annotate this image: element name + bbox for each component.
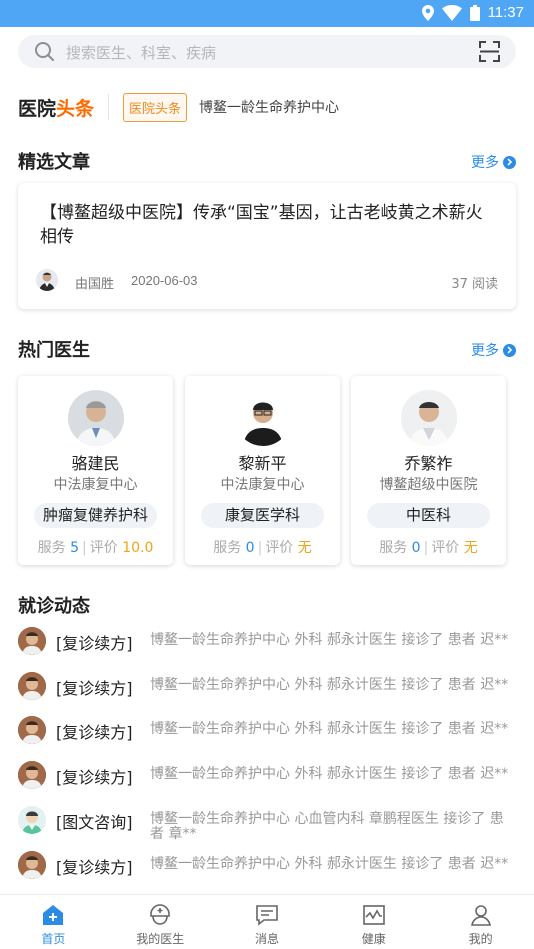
search-input[interactable]: 搜索医生、科室、疾病	[18, 35, 516, 68]
service-label: 服务	[37, 540, 66, 556]
service-count: 0	[245, 540, 255, 556]
doctor-department: 康复医学科	[201, 503, 324, 528]
location-icon	[421, 4, 434, 21]
news-logo-main: 医院	[18, 97, 57, 120]
doctor-department: 肿瘤复健养护科	[34, 503, 157, 528]
doctor-stats: 服务 0 | 评价 无	[351, 537, 506, 557]
activity-type: [图文咨询]	[56, 813, 133, 832]
doctor-stats: 服务 5 | 评价 10.0	[18, 537, 173, 557]
scan-icon[interactable]	[479, 41, 500, 62]
doctor-avatar	[235, 390, 291, 446]
activity-text: 博鳌一龄生命养护中心 外科 郝永计医生 接诊了 患者 迟**	[150, 632, 509, 648]
doctor-stats: 服务 0 | 评价 无	[185, 537, 340, 557]
article-reads: 37 阅读	[451, 277, 498, 292]
rating-label: 评价	[265, 540, 294, 556]
profile-icon	[470, 905, 491, 926]
health-icon	[362, 905, 385, 925]
activity-type: [复诊续方]	[56, 858, 133, 877]
service-label: 服务	[379, 540, 408, 556]
activity-type: [复诊续方]	[56, 723, 133, 742]
doctor-card[interactable]: 乔繁祚 博鳌超级中医院 中医科 服务 0 | 评价 无	[351, 376, 506, 565]
doctor-icon	[150, 904, 170, 925]
doctor-hospital: 中法康复中心	[53, 477, 138, 493]
doctor-card[interactable]: 黎新平 中法康复中心 康复医学科 服务 0 | 评价 无	[185, 376, 340, 565]
wifi-icon	[441, 4, 462, 21]
doctor-hospital: 中法康复中心	[220, 477, 305, 493]
service-count: 0	[411, 540, 421, 556]
doctor-card[interactable]: 骆建民 中法康复中心 肿瘤复健养护科 服务 5 | 评价 10.0	[18, 376, 173, 565]
status-icons: 11:37	[421, 4, 524, 21]
article-date: 2020-06-03	[131, 273, 198, 288]
doctor-avatar	[68, 390, 124, 446]
doctors-more-label: 更多	[471, 343, 499, 359]
rating-value: 无	[297, 540, 312, 556]
doctors-section-title: 热门医生	[18, 340, 90, 361]
doctor-department: 中医科	[367, 503, 490, 528]
activity-type: [复诊续方]	[56, 679, 133, 698]
news-tag: 医院头条	[123, 92, 188, 122]
rating-value: 无	[463, 540, 478, 556]
featured-section-title: 精选文章	[18, 152, 90, 173]
tab-label: 健康	[361, 932, 386, 946]
bottom-tab-bar: 首页 我的医生 消息 健康 我的	[0, 894, 534, 949]
doctor-avatar	[18, 672, 46, 700]
activity-text: 博鳌一龄生命养护中心 外科 郝永计医生 接诊了 患者 迟**	[150, 856, 509, 872]
doctor-name: 黎新平	[238, 454, 287, 473]
rating-label: 评价	[89, 540, 118, 556]
activity-type: [复诊续方]	[56, 768, 133, 787]
stats-separator: |	[423, 540, 429, 556]
doctor-name: 乔繁祚	[404, 454, 453, 473]
doctor-hospital: 博鳌超级中医院	[379, 477, 478, 493]
doctor-avatar	[401, 390, 457, 446]
search-icon	[35, 42, 54, 61]
doctor-avatar	[18, 851, 46, 879]
tab-my-doctor[interactable]: 我的医生	[107, 895, 214, 949]
chevron-right-icon	[503, 155, 516, 169]
activity-text: 博鳌一龄生命养护中心 心血管内科 章鹏程医生 接诊了 患者 章**	[150, 811, 504, 842]
news-logo-accent: 头条	[56, 97, 95, 120]
search-placeholder: 搜索医生、科室、疾病	[66, 44, 217, 62]
activity-type: [复诊续方]	[56, 634, 133, 653]
article-card[interactable]: 【博鳌超级中医院】传承“国宝”基因，让古老岐黄之术薪火相传 由国胜 2020-0…	[18, 183, 516, 309]
status-bar: 11:37	[0, 0, 534, 27]
tab-profile[interactable]: 我的	[427, 895, 534, 949]
service-count: 5	[70, 540, 80, 556]
activity-text: 博鳌一龄生命养护中心 外科 郝永计医生 接诊了 患者 迟**	[150, 677, 509, 693]
chevron-right-icon	[503, 343, 516, 357]
activity-text: 博鳌一龄生命养护中心 外科 郝永计医生 接诊了 患者 迟**	[150, 766, 509, 782]
service-label: 服务	[213, 540, 242, 556]
status-time: 11:37	[487, 4, 524, 21]
doctor-avatar	[18, 627, 46, 655]
news-logo: 医院头条	[18, 94, 94, 121]
message-icon	[256, 905, 278, 926]
news-headline[interactable]: 博鳌一龄生命养护中心	[199, 97, 339, 117]
doctor-avatar	[18, 806, 46, 834]
tab-label: 首页	[41, 932, 66, 946]
rating-label: 评价	[431, 540, 460, 556]
battery-icon	[469, 4, 480, 21]
doctor-name: 骆建民	[71, 454, 120, 473]
doctor-avatar	[18, 716, 46, 744]
tab-label: 我的	[468, 932, 493, 946]
activity-section-title: 就诊动态	[18, 596, 90, 617]
author-avatar	[36, 269, 58, 291]
article-author: 由国胜	[75, 277, 115, 292]
tab-label: 我的医生	[136, 932, 185, 946]
home-icon	[43, 905, 64, 925]
tab-home[interactable]: 首页	[0, 895, 107, 949]
rating-value: 10.0	[122, 540, 154, 556]
activity-text: 博鳌一龄生命养护中心 外科 郝永计医生 接诊了 患者 迟**	[150, 721, 509, 737]
doctors-more-link[interactable]: 更多	[471, 340, 516, 360]
stats-separator: |	[82, 540, 87, 556]
hospital-news[interactable]: 医院头条 医院头条 博鳌一龄生命养护中心	[18, 90, 516, 124]
featured-more-label: 更多	[471, 155, 499, 171]
doctor-avatar	[18, 761, 46, 789]
stats-separator: |	[257, 540, 263, 556]
tab-label: 消息	[254, 932, 279, 946]
tab-health[interactable]: 健康	[320, 895, 427, 949]
featured-more-link[interactable]: 更多	[471, 152, 516, 172]
article-title: 【博鳌超级中医院】传承“国宝”基因，让古老岐黄之术薪火相传	[40, 203, 483, 247]
news-divider	[108, 94, 110, 120]
tab-messages[interactable]: 消息	[214, 895, 321, 949]
